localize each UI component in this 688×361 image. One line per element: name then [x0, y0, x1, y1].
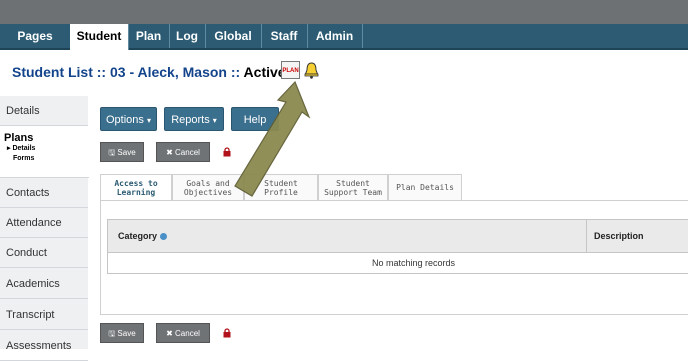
nav-tab-student[interactable]: Student [70, 24, 129, 50]
tab-student-profile[interactable]: Student Profile [244, 174, 318, 200]
grid-header: Category Description [108, 220, 688, 253]
top-nav: Pages Student Plan Log Global Staff Admi… [0, 24, 688, 50]
tab-student-support-team[interactable]: Student Support Team [318, 174, 388, 200]
sidebar-item-details[interactable]: Details [0, 96, 88, 126]
status-text: Active [243, 64, 286, 80]
nav-tab-staff[interactable]: Staff [261, 24, 308, 48]
lock-icon [223, 147, 231, 157]
save-label: Save [117, 329, 136, 338]
records-grid: Category Description No matching records [107, 219, 688, 274]
tab-access-to-learning[interactable]: Access to Learning [100, 174, 172, 201]
chevron-down-icon: ▾ [146, 116, 151, 125]
sidebar-item-conduct[interactable]: Conduct [0, 238, 88, 268]
save-button[interactable]: 🖫 Save [100, 142, 144, 162]
sidebar-item-contacts[interactable]: Contacts [0, 178, 88, 208]
title-prefix: Student List :: 03 - Aleck, Mason :: [12, 64, 241, 80]
nav-tab-admin[interactable]: Admin [307, 24, 363, 48]
sidebar-item-assessments[interactable]: Assessments [0, 331, 88, 361]
close-icon: ✖ [166, 329, 173, 338]
nav-tab-plan[interactable]: Plan [128, 24, 170, 48]
help-icon[interactable] [160, 233, 168, 241]
lock-icon [223, 328, 231, 338]
sidebar-plans-label: Plans [4, 132, 34, 144]
sidebar-item-academics[interactable]: Academics [0, 269, 88, 299]
save-icon: 🖫 [108, 148, 116, 157]
top-strip [0, 0, 688, 24]
sidebar-item-plans[interactable]: Plans ▸ Details Forms [0, 126, 89, 178]
close-icon: ✖ [166, 148, 173, 157]
nav-tab-global[interactable]: Global [205, 24, 262, 48]
sidebar-item-transcript[interactable]: Transcript [0, 300, 88, 330]
sidebar-item-attendance[interactable]: Attendance [0, 208, 88, 238]
chevron-down-icon: ▾ [212, 116, 217, 125]
cancel-button-bottom[interactable]: ✖ Cancel [156, 323, 210, 343]
page-title: Student List :: 03 - Aleck, Mason :: Act… [12, 64, 286, 80]
column-header-description[interactable]: Description [594, 220, 644, 252]
sidebar-plans-details[interactable]: ▸ Details [7, 144, 89, 154]
options-label: Options [106, 114, 144, 126]
tab-goals-and-objectives[interactable]: Goals and Objectives [172, 174, 244, 200]
plan-icon[interactable]: PLAN [281, 61, 300, 79]
save-icon: 🖫 [108, 329, 116, 338]
reports-label: Reports [171, 114, 210, 126]
reports-button[interactable]: Reports ▾ [164, 107, 224, 131]
save-button-bottom[interactable]: 🖫 Save [100, 323, 144, 343]
tab-plan-details[interactable]: Plan Details [388, 174, 462, 200]
cancel-label: Cancel [175, 329, 200, 338]
empty-message: No matching records [371, 258, 456, 268]
content-panel: Category Description No matching records [100, 200, 688, 315]
options-button[interactable]: Options ▾ [100, 107, 157, 131]
sidebar-plans-forms[interactable]: Forms [13, 154, 89, 164]
bell-icon[interactable] [304, 62, 319, 79]
column-divider [586, 220, 587, 252]
nav-tab-pages[interactable]: Pages [0, 24, 71, 48]
cancel-button[interactable]: ✖ Cancel [156, 142, 210, 162]
nav-tab-log[interactable]: Log [169, 24, 206, 48]
help-label: Help [243, 114, 267, 126]
save-label: Save [117, 148, 136, 157]
column-header-category[interactable]: Category [118, 220, 168, 252]
help-button[interactable]: Help [231, 107, 279, 131]
cancel-label: Cancel [175, 148, 200, 157]
